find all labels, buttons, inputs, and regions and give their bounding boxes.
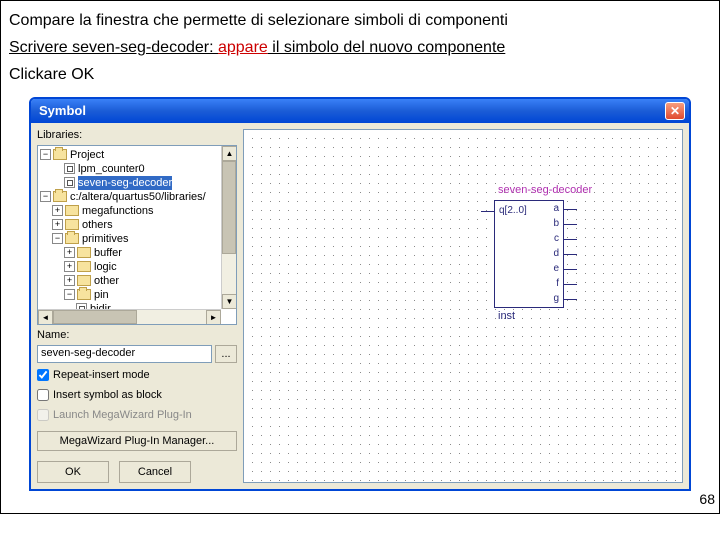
- ok-button[interactable]: OK: [37, 461, 109, 483]
- close-icon[interactable]: ✕: [665, 102, 685, 120]
- minus-icon[interactable]: −: [40, 149, 51, 160]
- folder-icon: [65, 219, 79, 230]
- output-f: f: [556, 278, 559, 289]
- window-title: Symbol: [39, 103, 86, 118]
- launch-mw-checkbox: Launch MegaWizard Plug-In: [37, 407, 237, 423]
- megawizard-button[interactable]: MegaWizard Plug-In Manager...: [37, 431, 237, 451]
- plus-icon[interactable]: +: [64, 247, 75, 258]
- output-c: c: [554, 233, 559, 244]
- input-label: q[2..0]: [499, 205, 527, 216]
- folder-icon: [77, 275, 91, 286]
- folder-icon: [53, 149, 67, 160]
- vertical-scrollbar[interactable]: ▲ ▼: [221, 146, 236, 309]
- minus-icon[interactable]: −: [40, 191, 51, 202]
- library-tree[interactable]: −Project lpm_counter0 seven-seg-decoder …: [37, 145, 237, 325]
- tree-node-prim[interactable]: −primitives: [40, 232, 234, 246]
- tree-node-project[interactable]: −Project: [40, 148, 234, 162]
- name-field[interactable]: seven-seg-decoder: [37, 345, 212, 363]
- scroll-left-icon[interactable]: ◄: [38, 310, 53, 325]
- input-lead: [481, 211, 495, 212]
- dot-grid: [244, 130, 682, 482]
- instance-label: inst: [498, 310, 515, 322]
- tree-node-altera[interactable]: −c:/altera/quartus50/libraries/: [40, 190, 234, 204]
- output-b: b: [553, 218, 559, 229]
- titlebar[interactable]: Symbol ✕: [31, 99, 689, 123]
- plus-icon[interactable]: +: [52, 219, 63, 230]
- minus-icon[interactable]: −: [52, 233, 63, 244]
- instruction-line-3: Clickare OK: [9, 61, 711, 88]
- tree-node-others[interactable]: +others: [40, 218, 234, 232]
- output-d: d: [553, 248, 559, 259]
- output-g: g: [553, 293, 559, 304]
- horizontal-scrollbar[interactable]: ◄ ►: [38, 309, 221, 324]
- scroll-right-icon[interactable]: ►: [206, 310, 221, 325]
- slide-number: 68: [699, 491, 715, 507]
- output-e: e: [553, 263, 559, 274]
- plus-icon[interactable]: +: [64, 275, 75, 286]
- browse-button[interactable]: ...: [215, 345, 237, 363]
- tree-node-other[interactable]: +other: [40, 274, 234, 288]
- minus-icon[interactable]: −: [64, 289, 75, 300]
- tree-node-logic[interactable]: +logic: [40, 260, 234, 274]
- name-label: Name:: [37, 329, 237, 341]
- folder-icon: [65, 233, 79, 244]
- symbol-name: seven-seg-decoder: [498, 184, 592, 196]
- instruction-line-2: Scrivere seven-seg-decoder: appare il si…: [9, 34, 711, 61]
- folder-icon: [53, 191, 67, 202]
- scroll-up-icon[interactable]: ▲: [222, 146, 237, 161]
- plus-icon[interactable]: +: [64, 261, 75, 272]
- folder-icon: [77, 247, 91, 258]
- symbol-preview-pane: seven-seg-decoder q[2..0] a b c d e f g …: [243, 129, 683, 483]
- symbol-preview: seven-seg-decoder q[2..0] a b c d e f g …: [494, 200, 564, 308]
- left-panel: Libraries: −Project lpm_counter0 seven-s…: [37, 129, 237, 483]
- tree-node-lpm[interactable]: lpm_counter0: [40, 162, 234, 176]
- scroll-down-icon[interactable]: ▼: [222, 294, 237, 309]
- libraries-label: Libraries:: [37, 129, 237, 141]
- symbol-dialog: Symbol ✕ Libraries: −Project lpm_counter…: [29, 97, 691, 491]
- instruction-line-1: Compare la finestra che permette di sele…: [9, 7, 711, 34]
- folder-icon: [77, 289, 91, 300]
- repeat-insert-checkbox[interactable]: Repeat-insert mode: [37, 367, 237, 383]
- folder-icon: [77, 261, 91, 272]
- instructions-block: Compare la finestra che permette di sele…: [1, 1, 719, 93]
- folder-icon: [65, 205, 79, 216]
- tree-node-buffer[interactable]: +buffer: [40, 246, 234, 260]
- output-a: a: [553, 203, 559, 214]
- symbol-icon: [64, 163, 75, 174]
- cancel-button[interactable]: Cancel: [119, 461, 191, 483]
- plus-icon[interactable]: +: [52, 205, 63, 216]
- insert-block-checkbox[interactable]: Insert symbol as block: [37, 387, 237, 403]
- tree-node-pin[interactable]: −pin: [40, 288, 234, 302]
- tree-node-mega[interactable]: +megafunctions: [40, 204, 234, 218]
- tree-node-selected[interactable]: seven-seg-decoder: [40, 176, 234, 190]
- symbol-icon: [64, 177, 75, 188]
